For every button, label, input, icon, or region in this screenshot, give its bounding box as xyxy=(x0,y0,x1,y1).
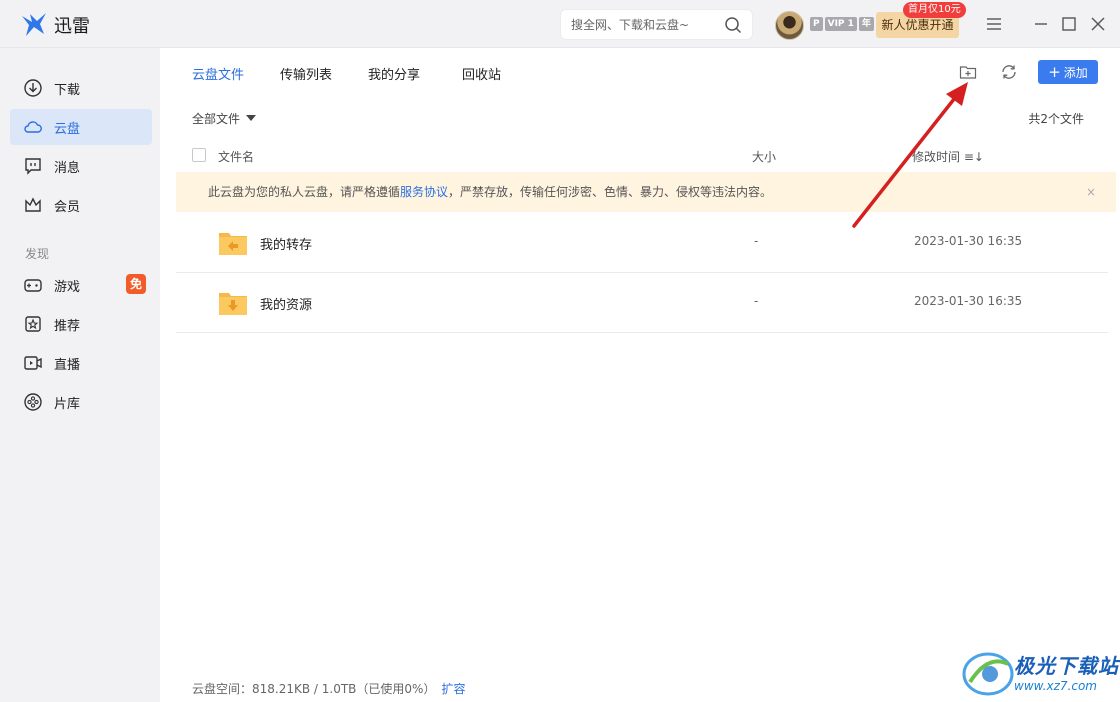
sidebar-item-cloud[interactable]: 云盘 xyxy=(10,109,152,145)
sidebar-item-recommend[interactable]: 推荐 xyxy=(10,306,152,342)
sidebar-item-live[interactable]: 直播 xyxy=(10,345,152,381)
file-row[interactable]: 我的资源 - 2023-01-30 16:35 xyxy=(176,273,1108,333)
file-name: 我的转存 xyxy=(260,238,313,253)
tab-transfer-list[interactable]: 传输列表 xyxy=(280,64,332,83)
storage-usage-text: 云盘空间：818.21KB / 1.0TB（已使用0%） xyxy=(192,682,436,696)
maximize-icon[interactable] xyxy=(1059,14,1079,34)
expand-storage-link[interactable]: 扩容 xyxy=(441,682,465,696)
column-header-modified[interactable]: 修改时间 ≡↓ xyxy=(912,148,984,165)
tab-my-shares[interactable]: 我的分享 xyxy=(368,64,420,83)
film-reel-icon xyxy=(24,393,42,411)
notice-close-icon[interactable]: × xyxy=(1086,172,1096,212)
search-box[interactable] xyxy=(560,9,753,40)
watermark-title: 极光下载站 xyxy=(1014,654,1119,678)
sidebar-item-label: 直播 xyxy=(54,358,81,373)
file-modified-date: 2023-01-30 16:35 xyxy=(914,234,1023,248)
add-button-label: 添加 xyxy=(1063,66,1088,80)
file-size: - xyxy=(754,234,759,248)
new-folder-icon[interactable] xyxy=(959,63,977,81)
file-size: - xyxy=(754,294,759,308)
vip-badges: P VIP 1 年 xyxy=(810,17,874,31)
filter-label: 全部文件 xyxy=(192,112,241,126)
download-icon xyxy=(24,79,42,97)
sidebar-item-membership[interactable]: 会员 xyxy=(10,187,152,223)
refresh-icon[interactable] xyxy=(1000,63,1018,81)
promo-price-tag: 首月仅10元 xyxy=(903,2,966,18)
sidebar-item-label: 片库 xyxy=(54,397,81,412)
crown-icon xyxy=(25,197,41,212)
free-badge: 免 xyxy=(126,274,146,294)
user-avatar[interactable] xyxy=(775,11,804,40)
select-all-checkbox[interactable] xyxy=(192,148,206,162)
notice-text-before: 此云盘为您的私人云盘，请严格遵循 xyxy=(208,185,401,199)
tab-cloud-files[interactable]: 云盘文件 xyxy=(192,64,244,83)
sidebar-item-download[interactable]: 下载 xyxy=(10,70,152,106)
close-icon[interactable] xyxy=(1088,14,1108,34)
column-header-name[interactable]: 文件名 xyxy=(218,148,254,165)
thunder-bird-logo-icon xyxy=(22,13,46,36)
annual-badge: 年 xyxy=(858,17,874,31)
sidebar-item-label: 推荐 xyxy=(54,319,81,334)
message-icon xyxy=(25,158,41,175)
sidebar-item-label: 游戏 xyxy=(54,280,81,295)
live-icon xyxy=(24,356,42,370)
title-bar: 迅雷 P VIP 1 年 新人优惠开通 首月仅10元 xyxy=(0,0,1120,48)
file-name: 我的资源 xyxy=(260,298,313,313)
folder-transfer-icon xyxy=(219,233,247,255)
sidebar: 下载 云盘 消息 会员 发现 游戏 免 推荐 直播 片库 xyxy=(0,48,160,702)
add-button[interactable]: + 添加 xyxy=(1038,60,1098,84)
file-filter-dropdown[interactable]: 全部文件 xyxy=(192,110,257,127)
watermark-url: www.xz7.com xyxy=(1014,679,1097,693)
storage-usage: 云盘空间：818.21KB / 1.0TB（已使用0%） 扩容 xyxy=(192,680,465,697)
service-agreement-link[interactable]: 服务协议 xyxy=(400,185,448,199)
p-badge: P xyxy=(810,17,823,31)
tab-recycle-bin[interactable]: 回收站 xyxy=(462,64,501,83)
folder-download-icon xyxy=(219,293,247,315)
caret-down-icon xyxy=(246,115,257,121)
sidebar-item-messages[interactable]: 消息 xyxy=(10,148,152,184)
menu-icon[interactable] xyxy=(984,14,1004,34)
minimize-icon[interactable] xyxy=(1031,14,1051,34)
vip-level-badge: VIP 1 xyxy=(824,17,857,31)
plus-icon: + xyxy=(1048,63,1061,81)
notice-text-after: ，严禁存放，传输任何涉密、色情、暴力、侵权等违法内容。 xyxy=(448,185,773,199)
sidebar-item-film-library[interactable]: 片库 xyxy=(10,384,152,420)
search-icon[interactable] xyxy=(724,16,742,34)
app-title: 迅雷 xyxy=(54,16,90,37)
file-row[interactable]: 我的转存 - 2023-01-30 16:35 xyxy=(176,213,1108,273)
discover-section-label: 发现 xyxy=(25,247,50,261)
file-count: 共2个文件 xyxy=(1028,112,1084,126)
gamepad-icon xyxy=(24,279,42,292)
column-header-size[interactable]: 大小 xyxy=(752,148,776,165)
file-modified-date: 2023-01-30 16:35 xyxy=(914,294,1023,308)
sidebar-item-label: 会员 xyxy=(54,200,81,215)
policy-notice-banner: 此云盘为您的私人云盘，请严格遵循服务协议，严禁存放，传输任何涉密、色情、暴力、侵… xyxy=(176,172,1116,212)
cloud-icon xyxy=(24,121,42,133)
sidebar-item-games[interactable]: 游戏 免 xyxy=(10,267,152,303)
sidebar-item-label: 云盘 xyxy=(54,122,81,137)
sidebar-item-label: 下载 xyxy=(54,83,81,98)
sidebar-item-label: 消息 xyxy=(54,161,81,176)
cloud-drive-panel: 云盘文件 传输列表 我的分享 回收站 + 添加 全部文件 共2个文件 文件名 大小… xyxy=(160,48,1120,702)
star-icon xyxy=(25,316,41,332)
search-input[interactable] xyxy=(571,16,721,34)
